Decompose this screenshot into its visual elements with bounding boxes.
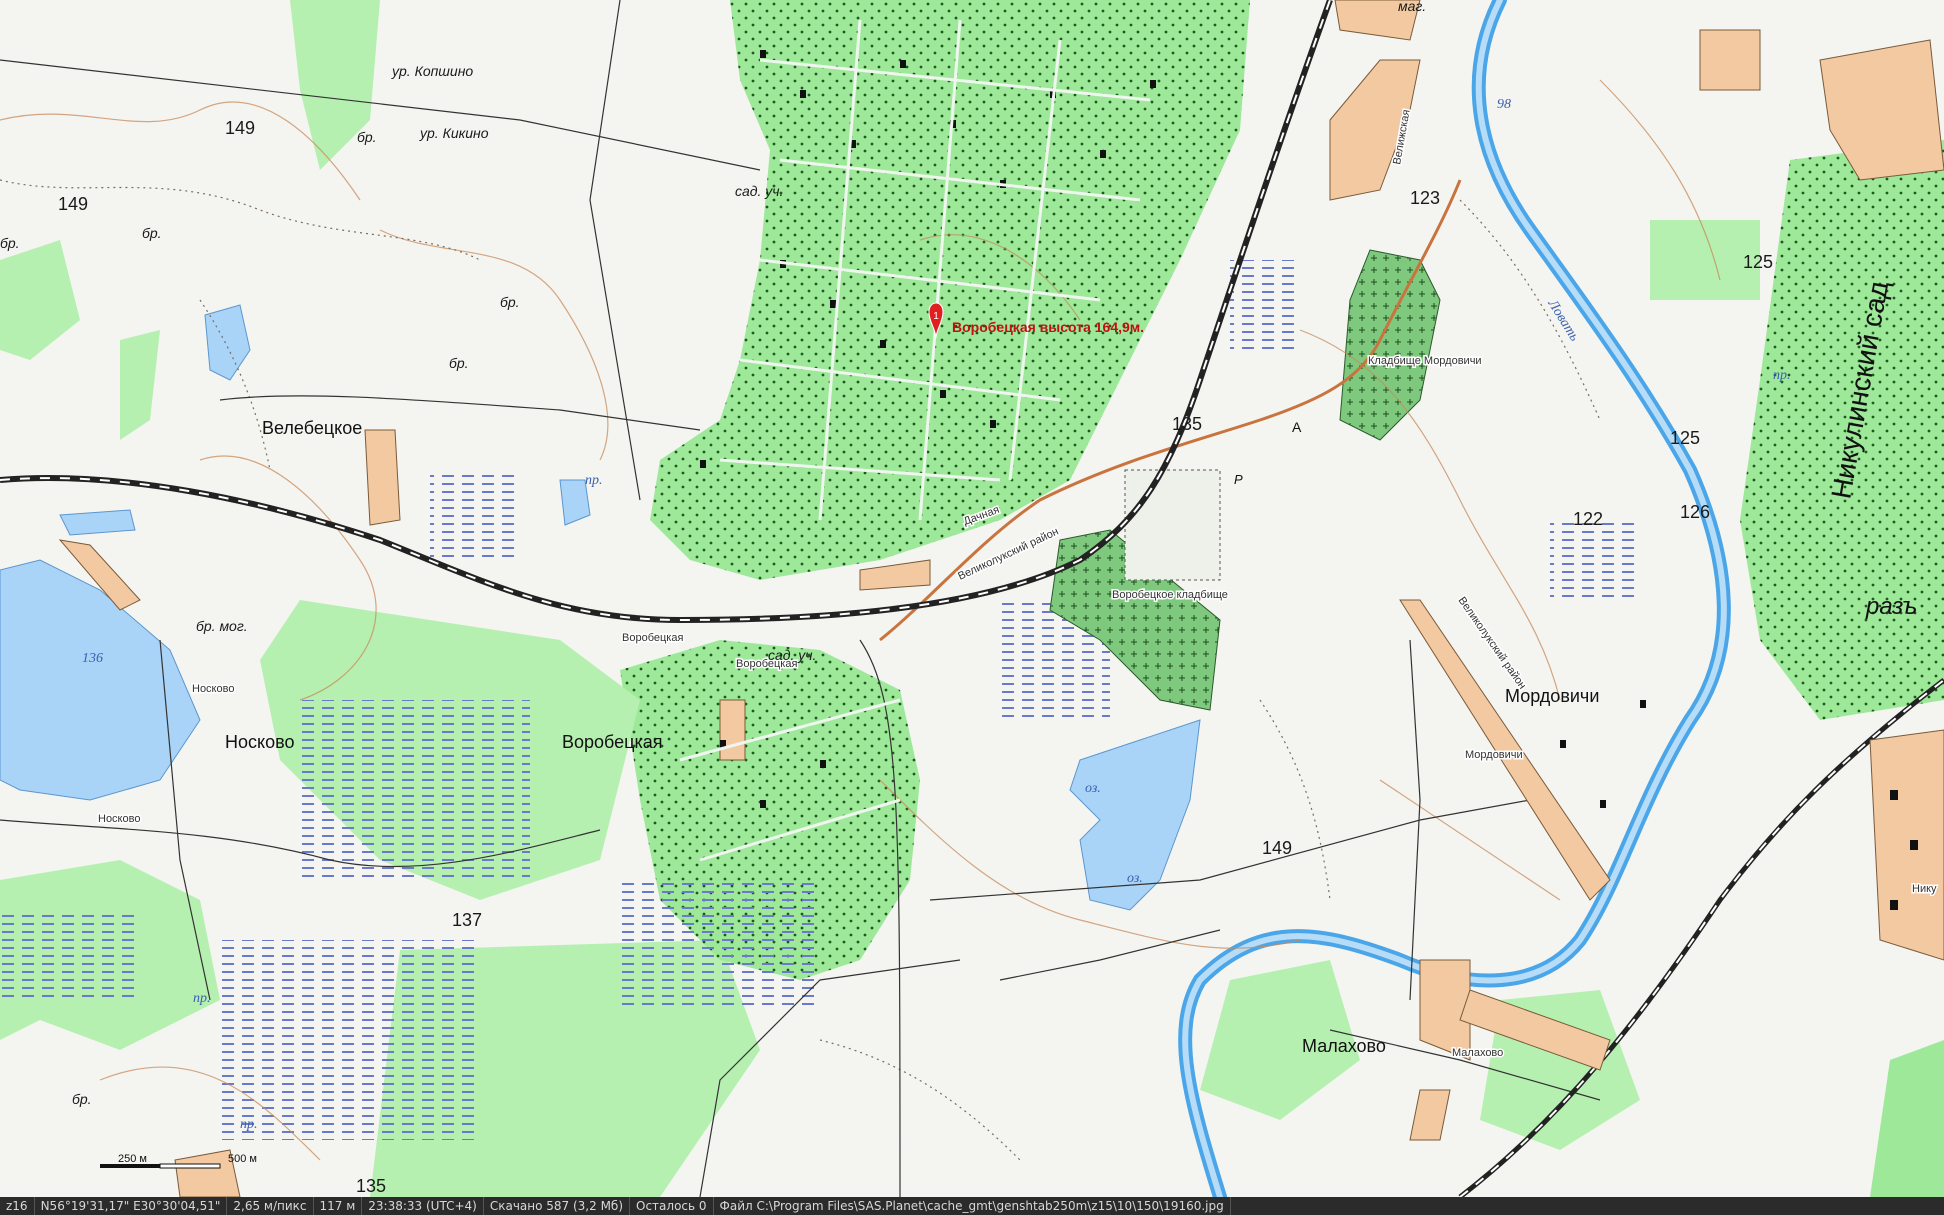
garden-label-1: сад. уч. [735, 183, 783, 199]
status-downloaded: Скачано 587 (3,2 Мб) [484, 1197, 631, 1215]
pond-label-3: пр. [240, 1117, 258, 1132]
small-label-mordovichi: Мордовичи [1465, 749, 1523, 761]
elevation-126: 126 [1680, 502, 1710, 522]
garden-label-2: сад. уч. [768, 647, 816, 663]
lake-label-1: оз. [1085, 781, 1101, 796]
poi-label: Воробецкая высота 164,9м. [952, 319, 1144, 335]
edge-town-label: Нику [1912, 883, 1937, 895]
elevation-135-a: 135 [1172, 414, 1202, 434]
elevation-125-b: 125 [1670, 428, 1700, 448]
elevation-149-c: 149 [1262, 838, 1292, 858]
elevation-137: 137 [452, 910, 482, 930]
elevation-149-b: 149 [58, 194, 88, 214]
pond-label-2: пр. [193, 991, 211, 1006]
status-bar: z16 N56°19'31,17" E30°30'04,51" 2,65 м/п… [0, 1197, 1944, 1215]
tract-kopshino: ур. Копшино [391, 63, 473, 79]
topographic-map[interactable]: 1 Воробецкая высота 164,9м. Велебецкое Н… [0, 0, 1944, 1197]
status-resolution: 2,65 м/пикс [227, 1197, 314, 1215]
cemetery-label-mordovichi: Кладбище Мордовичи [1368, 355, 1482, 367]
lake-label-2: оз. [1127, 871, 1143, 886]
tract-kikino: ур. Кикино [419, 125, 489, 141]
settlement-vorobetskaya: Воробецкая [562, 732, 663, 752]
ford-mog-label: бр. мог. [196, 618, 248, 634]
settlement-velebetskoe: Велебецкое [262, 418, 362, 438]
small-label-vorobetskaya-1: Воробецкая [622, 632, 683, 644]
small-label-noskovo-2: Носково [98, 813, 140, 825]
elevation-149-a: 149 [225, 118, 255, 138]
scale-label-250: 250 м [118, 1153, 147, 1165]
ford-label-4: бр. [449, 355, 469, 371]
status-remaining: Осталось 0 [630, 1197, 714, 1215]
cemetery-label-vorobetskoe: Воробецкое кладбище [1112, 589, 1228, 601]
status-zoom: z16 [0, 1197, 35, 1215]
small-label-noskovo-1: Носково [192, 683, 234, 695]
elevation-136: 136 [82, 651, 103, 666]
shop-label: маг. [1398, 0, 1426, 14]
cemetery-hatched [1124, 469, 1221, 581]
elevation-135-b: 135 [356, 1176, 386, 1196]
status-coords: N56°19'31,17" E30°30'04,51" [35, 1197, 228, 1215]
ford-label-3: бр. [500, 294, 520, 310]
status-file: Файл C:\Program Files\SAS.Planet\cache_g… [714, 1197, 1231, 1215]
ford-label-5: бр. [72, 1091, 92, 1107]
small-label-malakhovo: Малахово [1452, 1047, 1503, 1059]
road-label-a: A [1292, 419, 1302, 435]
settlement-malakhovo: Малахово [1302, 1036, 1386, 1056]
elevation-123: 123 [1410, 188, 1440, 208]
pond-label-4: пр. [1773, 368, 1791, 383]
scale-label-500: 500 м [228, 1153, 257, 1165]
partial-label-razj: разъ [1865, 593, 1917, 620]
status-time: 23:38:33 (UTC+4) [362, 1197, 484, 1215]
settlement-noskovo: Носково [225, 732, 294, 752]
status-distance: 117 м [314, 1197, 363, 1215]
elevation-122: 122 [1573, 509, 1603, 529]
ford-label-2: бр. [142, 225, 162, 241]
pond-label-1: пр. [585, 473, 603, 488]
ford-label-1: бр. [357, 129, 377, 145]
elevation-125-a: 125 [1743, 252, 1773, 272]
ford-label-6: бр. [0, 235, 20, 251]
road-label-p: P [1234, 472, 1243, 487]
river-km-label: 98 [1497, 97, 1511, 112]
poi-marker-number: 1 [933, 311, 939, 322]
